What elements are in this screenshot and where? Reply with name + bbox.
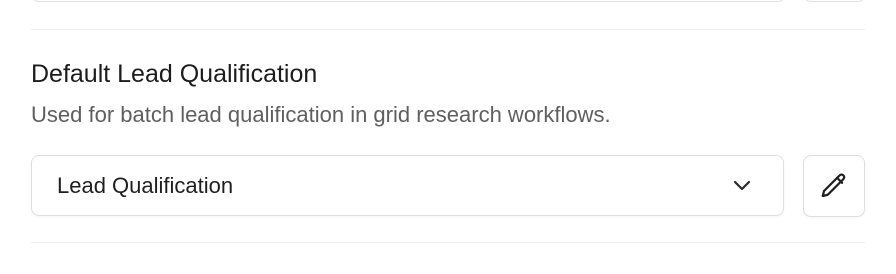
divider [31,242,865,243]
divider [31,29,865,30]
edit-button[interactable] [803,155,865,217]
chevron-down-icon [733,180,751,191]
settings-panel: Default Lead Qualification Used for batc… [0,0,896,274]
previous-edit-button[interactable] [803,0,866,2]
lead-qualification-select[interactable]: Lead Qualification [31,155,784,216]
pencil-icon [821,173,846,198]
select-value: Lead Qualification [57,172,234,198]
section-description: Used for batch lead qualification in gri… [31,102,611,127]
section-title: Default Lead Qualification [31,60,318,88]
previous-select-box[interactable] [31,0,786,2]
